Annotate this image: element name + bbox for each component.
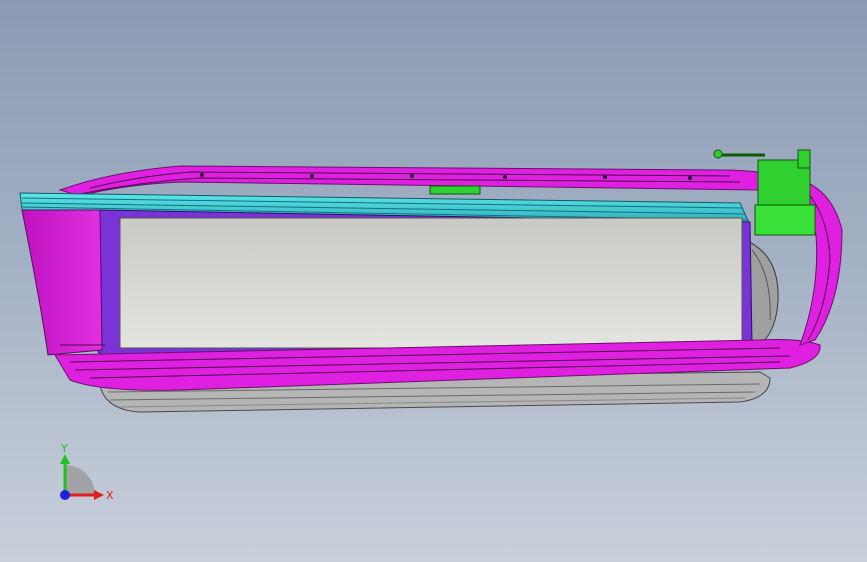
triad-quadrant xyxy=(65,465,95,495)
inner-panel xyxy=(119,217,743,349)
outer-frame-top-rail xyxy=(58,165,792,197)
y-axis-label: Y xyxy=(60,442,68,455)
cad-model[interactable] xyxy=(0,0,867,562)
front-end-cap xyxy=(21,209,105,356)
y-axis-arrow xyxy=(60,454,70,464)
3d-viewport[interactable]: Y X xyxy=(0,0,867,562)
x-axis-label: X xyxy=(106,489,114,502)
orientation-triad[interactable]: Y X xyxy=(40,440,120,520)
x-axis-arrow xyxy=(94,490,104,500)
z-axis-origin xyxy=(60,490,70,500)
